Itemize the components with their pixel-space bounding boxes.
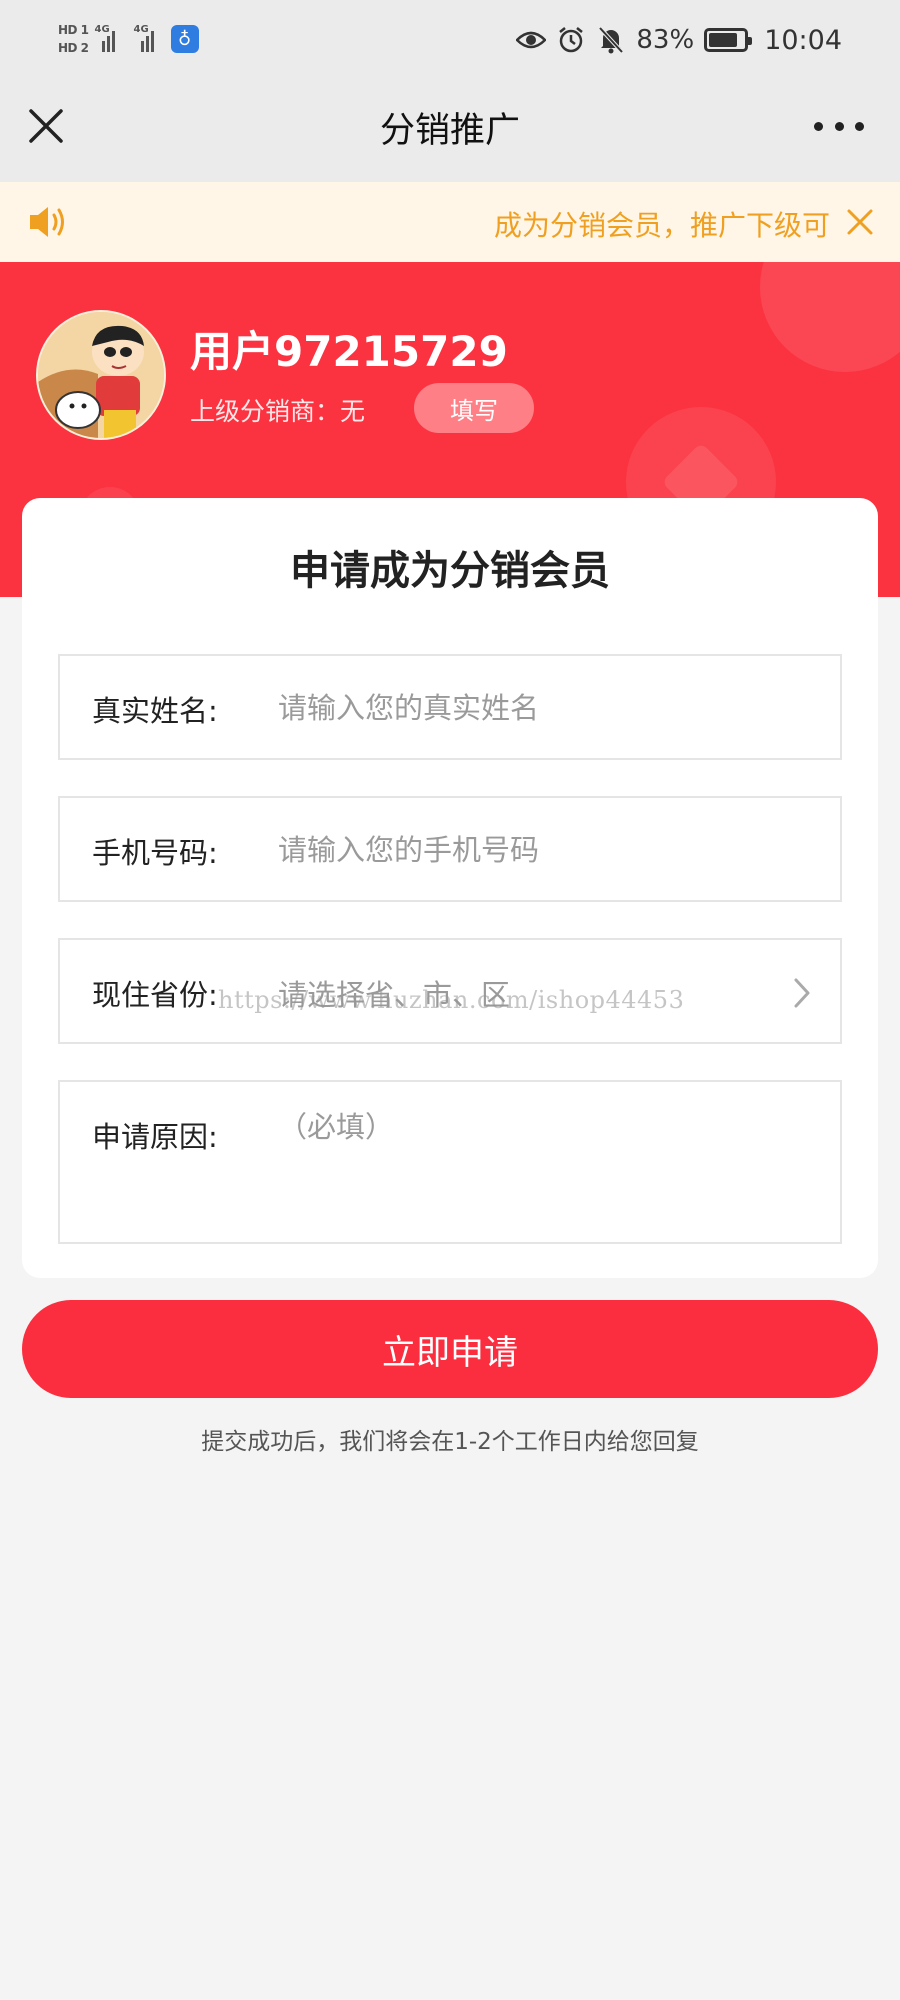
province-label: 现住省份: [92,978,218,1012]
fill-superior-button[interactable]: 填写 [414,383,534,433]
superior-label: 上级分销商：无 [190,397,366,426]
notice-close-icon[interactable] [846,208,874,236]
username: 用户97215729 [190,327,508,376]
status-left: HD 1 HD 2 4G 4G ♁ [58,14,199,64]
hd1-label: HD 1 [58,23,89,37]
phone-input[interactable] [278,820,798,880]
status-bar: HD 1 HD 2 4G 4G ♁ 83% 10:04 [0,0,900,80]
bell-off-icon [596,25,626,55]
alarm-icon [556,25,586,55]
form-title: 申请成为分销会员 [290,548,610,594]
hd-indicators: HD 1 HD 2 [58,23,89,55]
reason-field: 申请原因: [58,1080,842,1244]
reason-label: 申请原因: [92,1120,218,1154]
chevron-right-icon [792,976,812,1010]
decor-circle [760,262,900,372]
status-right: 83% 10:04 [516,20,842,60]
reason-textarea[interactable] [278,1104,808,1224]
footer-note: 提交成功后，我们将会在1-2个工作日内给您回复 [201,1429,699,1455]
page-title: 分销推广 [379,111,520,151]
hd2-label: HD 2 [58,41,89,55]
notice-text: 成为分销会员，推广下级可 [493,209,830,242]
signal-icon-2: 4G [133,24,159,52]
submit-application-button[interactable]: 立即申请 [22,1300,878,1398]
battery-icon [704,28,753,52]
phone-field: 手机号码: [58,796,842,902]
status-time: 10:04 [764,24,842,56]
nav-bar: 分销推广 [0,80,900,182]
real-name-label: 真实姓名: [92,694,218,728]
notification-app-icon: ♁ [170,25,199,53]
more-icon[interactable] [814,116,864,136]
watermark: https://www.huzhan.com/ishop44453 [218,986,685,1014]
network-label-1: 4G [94,24,110,35]
avatar[interactable] [36,310,166,440]
application-form-card: 申请成为分销会员 真实姓名: 手机号码: 现住省份: 请选择省、市、区 申请原因… [22,498,878,1278]
real-name-input[interactable] [278,678,798,738]
battery-percent: 83% [636,25,695,55]
phone-label: 手机号码: [92,836,218,870]
speaker-icon [28,204,68,240]
notice-bar: 成为分销会员，推广下级可 [0,182,900,262]
network-label-2: 4G [133,24,149,35]
signal-icon-1: 4G [94,24,120,52]
real-name-field: 真实姓名: [58,654,842,760]
eye-icon [516,25,547,55]
